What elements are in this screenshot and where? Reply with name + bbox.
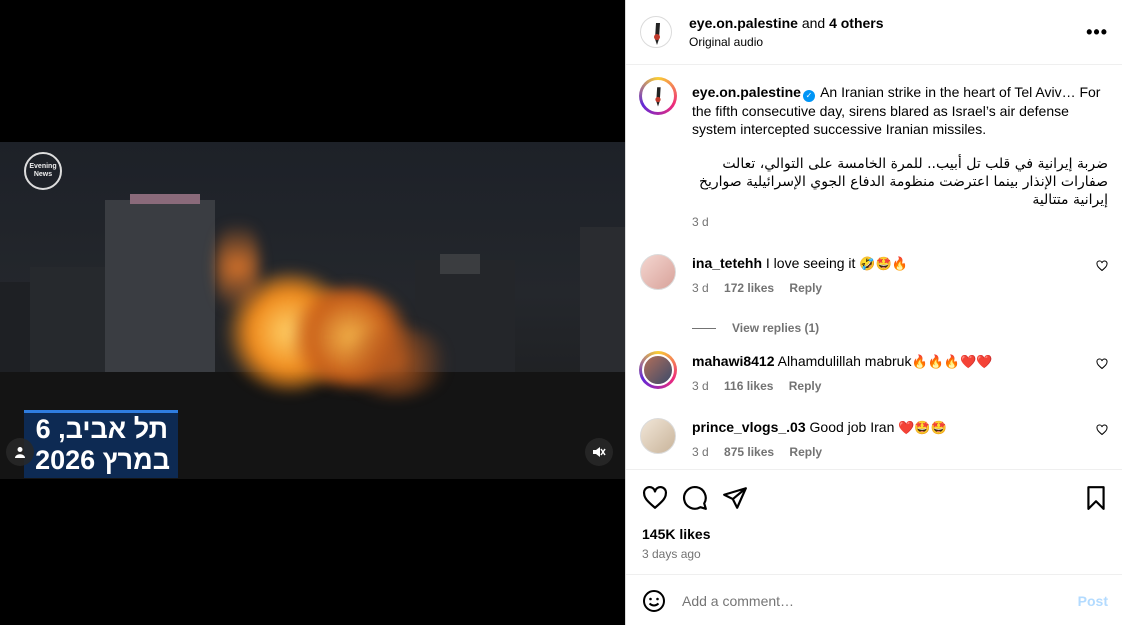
comment-text: Alhamdulillah mabruk — [777, 353, 912, 369]
mute-toggle-button[interactable] — [585, 438, 613, 466]
author-avatar[interactable] — [640, 16, 672, 48]
video-caption-overlay: תל אביב, 6 במרץ 2026 — [24, 410, 178, 478]
comment-username[interactable]: ina_tetehh — [692, 255, 762, 271]
comments-scroll-area[interactable]: eye.on.palestine ✓ An Iranian strike in t… — [626, 66, 1122, 468]
comment-text: I love seeing it — [765, 255, 856, 271]
video-player[interactable]: Evening News תל אביב, 6 במרץ 2026 — [0, 142, 625, 479]
comment-username[interactable]: prince_vlogs_.03 — [692, 419, 806, 435]
caption-text-ar: ضربة إيرانية في قلب تل أبيب.. للمرة الخا… — [698, 156, 1108, 208]
speaker-muted-icon — [593, 447, 606, 457]
comment-item: mahawi8412 Alhamdulillah mabruk🔥🔥🔥❤️❤️ 3… — [639, 351, 1108, 393]
audio-link[interactable]: Original audio — [689, 35, 884, 49]
view-replies-button[interactable]: View replies (1) — [692, 321, 1108, 335]
like-heart-icon[interactable] — [642, 485, 668, 511]
share-paper-plane-icon[interactable] — [722, 485, 748, 511]
comment-time: 3 d — [692, 379, 709, 393]
post-side-panel: eye.on.palestine and 4 others Original a… — [625, 0, 1122, 625]
likes-count[interactable]: 145K likes — [642, 526, 711, 542]
caption-username[interactable]: eye.on.palestine — [692, 84, 801, 100]
commenter-avatar[interactable] — [640, 254, 676, 290]
comment-item: prince_vlogs_.03 Good job Iran ❤️🤩🤩 3 d … — [640, 418, 1108, 459]
comment-username[interactable]: mahawi8412 — [692, 353, 775, 369]
comment-time: 3 d — [692, 445, 709, 459]
post-actions-bar: 145K likes 3 days ago — [626, 469, 1122, 573]
caption-line-1: תל אביב, 6 — [35, 414, 168, 444]
reply-button[interactable]: Reply — [789, 379, 822, 393]
add-comment-bar: Post — [626, 574, 1122, 625]
caption-time: 3 d — [692, 215, 709, 229]
story-ring[interactable] — [639, 77, 677, 115]
author-username[interactable]: eye.on.palestine — [689, 15, 798, 31]
post-comment-button[interactable]: Post — [1078, 593, 1108, 609]
comment-time: 3 d — [692, 281, 709, 295]
emoji-smiley-icon[interactable] — [642, 589, 666, 613]
more-options-icon[interactable]: ••• — [1086, 22, 1108, 43]
comment-emoji: 🔥🔥🔥❤️❤️ — [911, 354, 993, 369]
verified-badge-icon: ✓ — [802, 90, 815, 102]
caption-line-2: במרץ 2026 — [35, 445, 170, 475]
tagged-users-button[interactable] — [6, 438, 34, 466]
collab-authors: eye.on.palestine and 4 others — [689, 15, 884, 31]
comment-likes[interactable]: 116 likes — [724, 379, 773, 393]
eye-logo-icon — [654, 23, 660, 45]
comment-item: ina_tetehh I love seeing it 🤣🤩🔥 3 d 172 … — [640, 254, 1108, 335]
reply-button[interactable]: Reply — [789, 281, 822, 295]
comment-bubble-icon[interactable] — [682, 485, 708, 511]
user-icon — [15, 447, 25, 458]
comment-likes[interactable]: 875 likes — [724, 445, 774, 459]
channel-logo: Evening News — [24, 152, 62, 190]
caption-avatar — [642, 80, 674, 112]
comment-emoji: ❤️🤩🤩 — [898, 420, 947, 435]
post-dialog: Evening News תל אביב, 6 במרץ 2026 eye.on… — [0, 0, 1122, 625]
post-caption: eye.on.palestine ✓ An Iranian strike in t… — [639, 77, 1108, 229]
comment-text: Good job Iran — [809, 419, 895, 435]
media-pane: Evening News תל אביב, 6 במרץ 2026 — [0, 0, 625, 625]
others-link[interactable]: 4 others — [829, 15, 883, 31]
post-header: eye.on.palestine and 4 others Original a… — [626, 0, 1122, 65]
eye-logo-icon — [655, 87, 661, 107]
post-date[interactable]: 3 days ago — [642, 547, 701, 561]
add-comment-input[interactable] — [682, 593, 1042, 609]
comment-emoji: 🤣🤩🔥 — [859, 256, 908, 271]
story-ring[interactable] — [639, 351, 677, 389]
commenter-avatar — [642, 354, 674, 386]
bookmark-save-icon[interactable] — [1083, 485, 1109, 511]
reply-button[interactable]: Reply — [789, 445, 822, 459]
commenter-avatar[interactable] — [640, 418, 676, 454]
like-comment-heart-icon[interactable] — [1096, 260, 1108, 272]
like-comment-heart-icon[interactable] — [1096, 424, 1108, 436]
like-comment-heart-icon[interactable] — [1096, 358, 1108, 370]
comment-likes[interactable]: 172 likes — [724, 281, 774, 295]
